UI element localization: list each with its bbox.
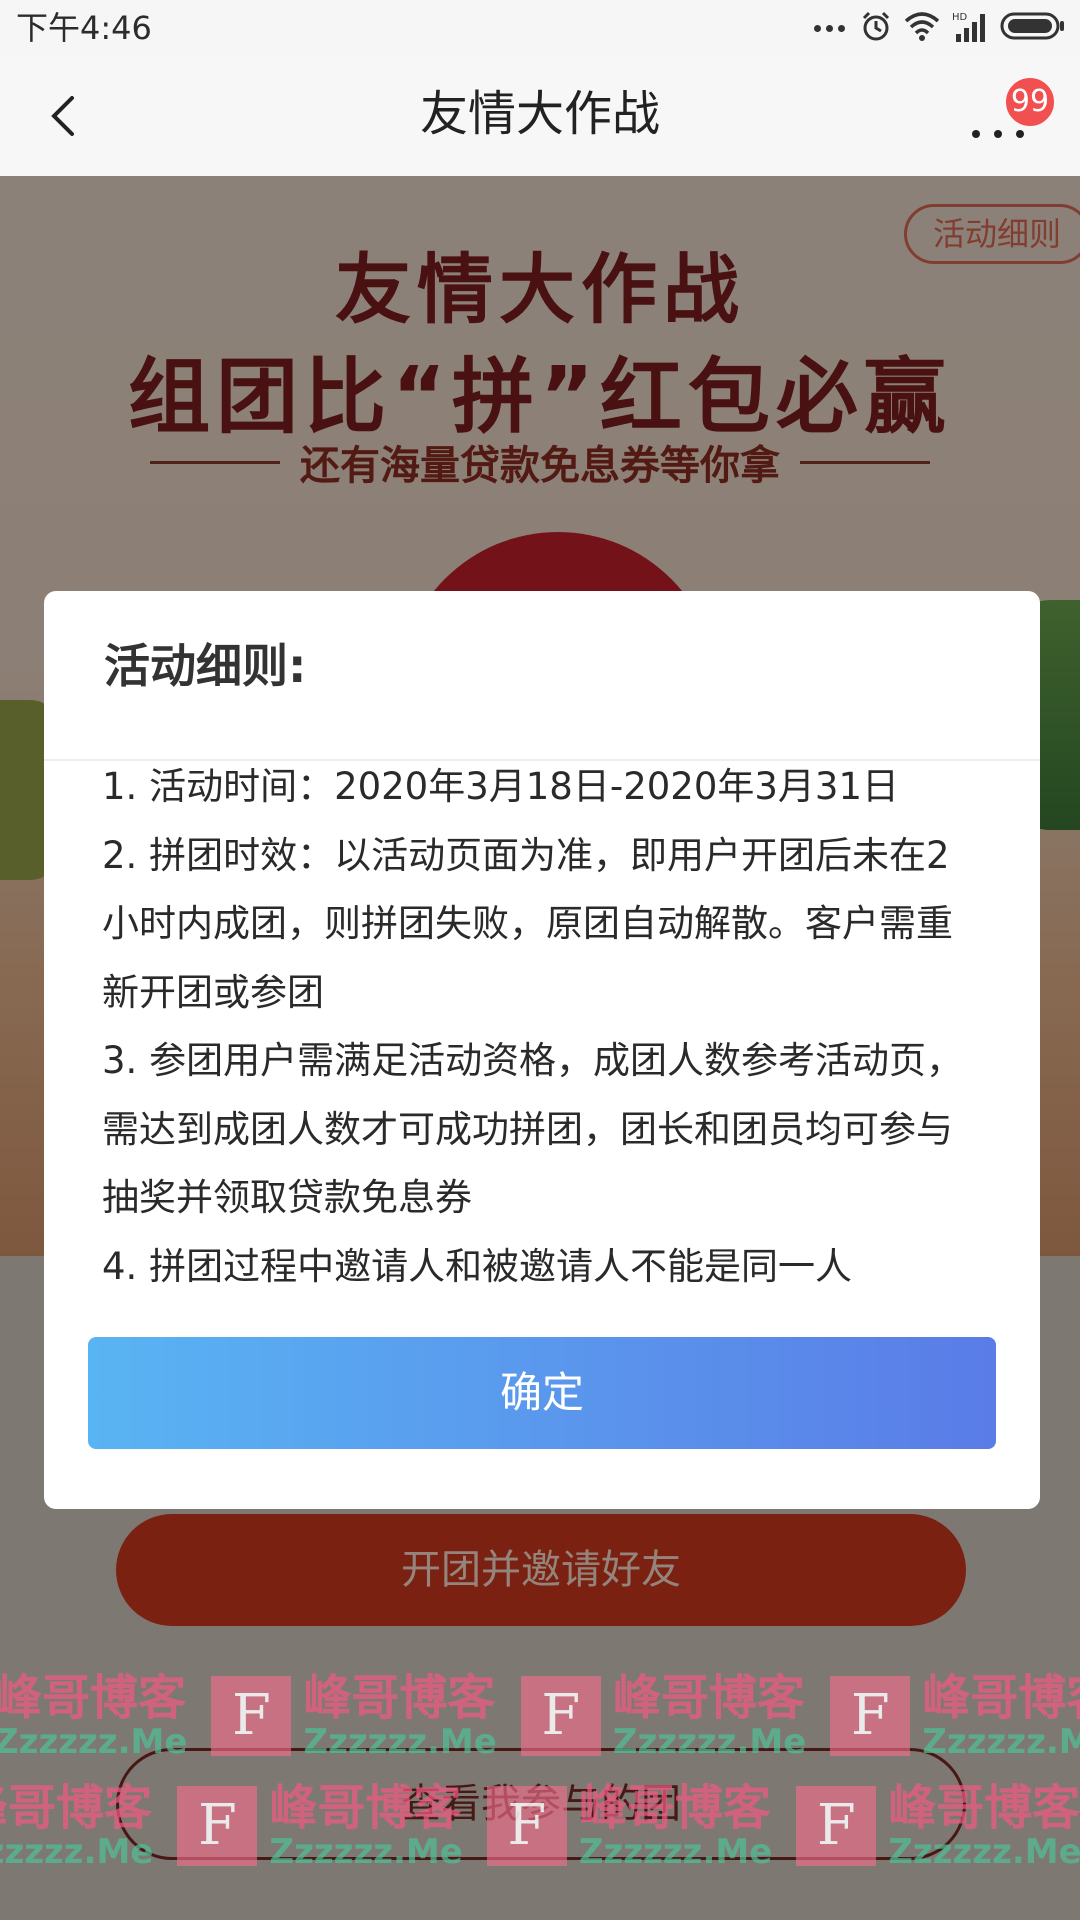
page-title: 友情大作战: [419, 86, 660, 142]
rule-item: 2. 拼团时效：以活动页面为准，即用户开团后未在2小时内成团，则拼团失败，原团自…: [102, 833, 953, 1014]
alarm-icon: [860, 10, 892, 46]
wifi-icon: [904, 11, 940, 45]
hd-signal-icon: HD: [952, 10, 988, 46]
battery-icon: [1000, 11, 1066, 45]
notification-badge: 99: [1004, 76, 1056, 128]
rule-item: 1. 活动时间：2020年3月18日-2020年3月31日: [102, 765, 899, 808]
status-bar: 下午4:46 HD: [0, 0, 1080, 56]
confirm-button[interactable]: 确定: [88, 1337, 996, 1449]
more-dots-icon: [814, 24, 848, 32]
dialog-title: 活动细则:: [104, 639, 307, 693]
rules-dialog: 活动细则: 1. 活动时间：2020年3月18日-2020年3月31日 2. 拼…: [44, 591, 1040, 1509]
status-icons: HD: [814, 10, 1066, 46]
hd-label: HD: [952, 12, 968, 23]
dialog-body: 1. 活动时间：2020年3月18日-2020年3月31日 2. 拼团时效：以活…: [102, 753, 982, 1301]
title-bar: 友情大作战 99: [0, 56, 1080, 176]
more-menu-button[interactable]: 99: [972, 76, 1056, 156]
status-time: 下午4:46: [16, 9, 152, 47]
rule-item: 4. 拼团过程中邀请人和被邀请人不能是同一人: [102, 1244, 853, 1288]
more-horizontal-icon: [972, 130, 1024, 138]
rule-item: 3. 参团用户需满足活动资格，成团人数参考活动页，需达到成团人数才可成功拼团，团…: [102, 1039, 964, 1219]
